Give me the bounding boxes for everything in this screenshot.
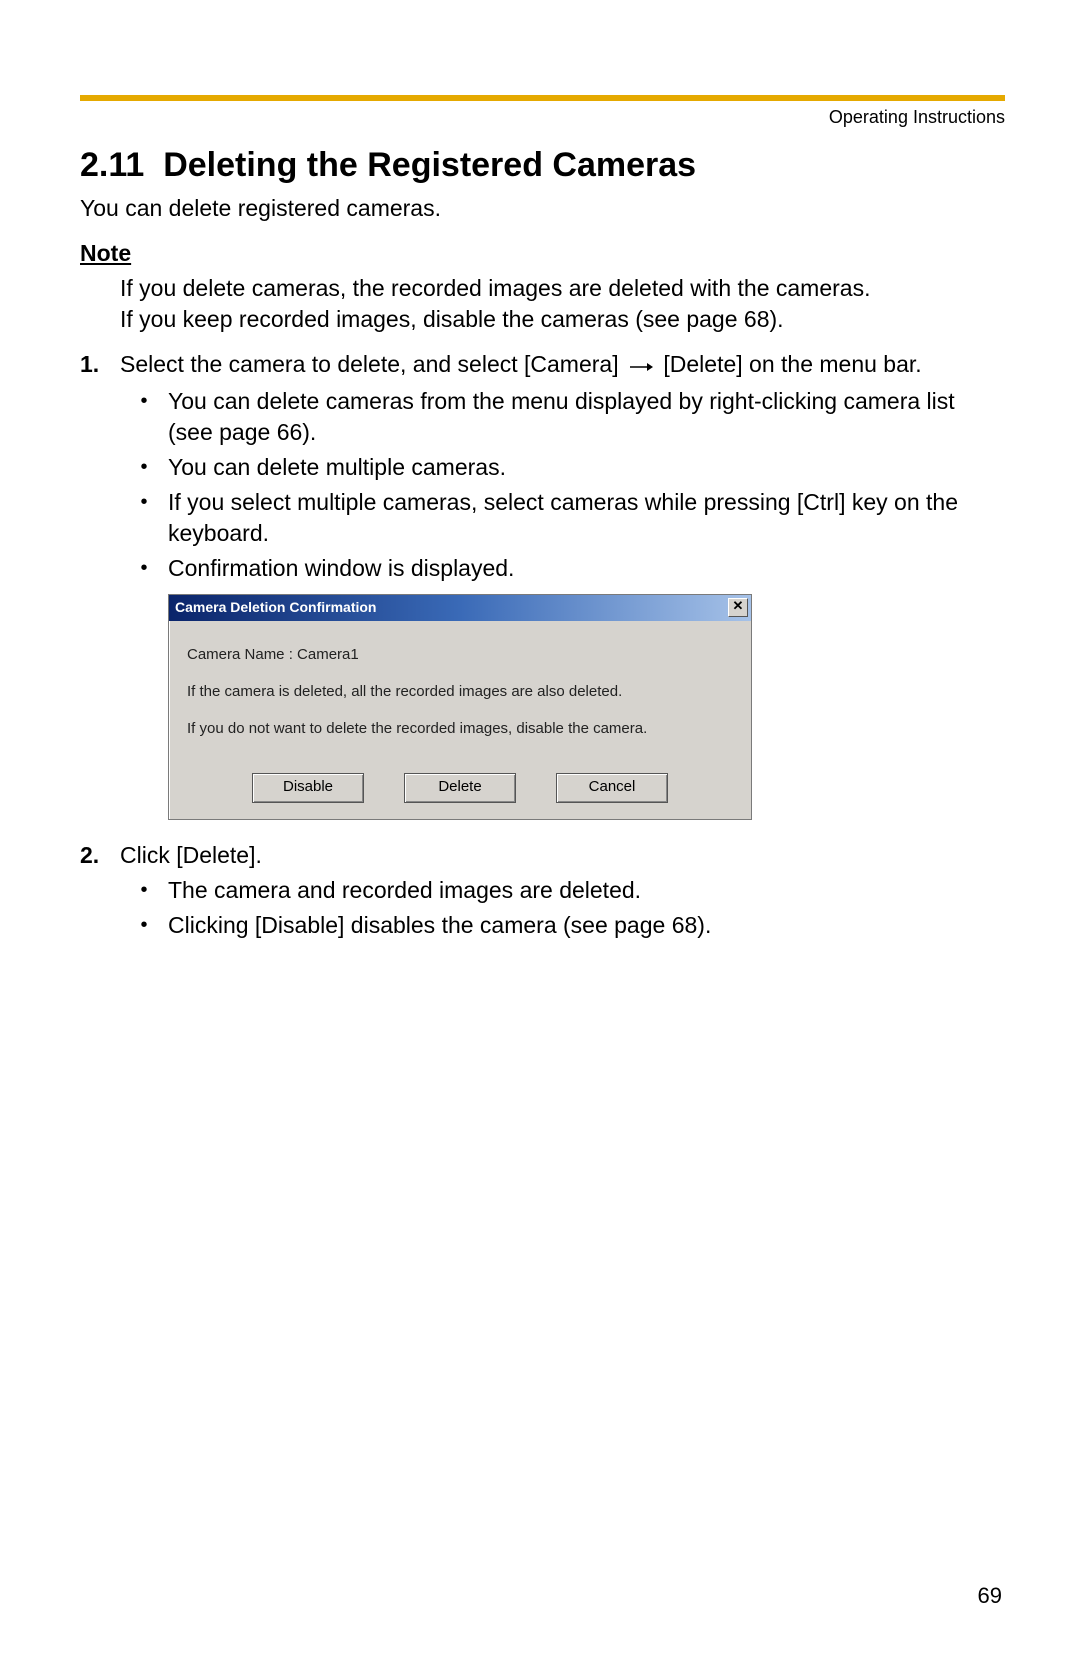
bullet-text: You can delete cameras from the menu dis… [168, 386, 1005, 448]
list-item: •You can delete multiple cameras. [120, 452, 1005, 483]
section-intro: You can delete registered cameras. [80, 195, 1005, 222]
delete-button[interactable]: Delete [404, 773, 516, 803]
step-1: 1. Select the camera to delete, and sele… [80, 349, 1005, 833]
arrow-right-icon [629, 350, 653, 381]
dialog-body: Camera Name : Camera1 If the camera is d… [169, 621, 751, 771]
dialog-button-row: Disable Delete Cancel [169, 771, 751, 819]
list-item: •Clicking [Disable] disables the camera … [120, 910, 1005, 941]
close-icon[interactable]: ✕ [728, 598, 748, 617]
bullet-icon: • [120, 452, 168, 483]
step-1-bullets: •You can delete cameras from the menu di… [120, 386, 1005, 584]
dialog-line-1: If the camera is deleted, all the record… [187, 680, 733, 703]
step-2-bullets: •The camera and recorded images are dele… [120, 875, 1005, 941]
list-item: •You can delete cameras from the menu di… [120, 386, 1005, 448]
bullet-text: If you select multiple cameras, select c… [168, 487, 1005, 549]
bullet-icon: • [120, 875, 168, 906]
confirmation-dialog: Camera Deletion Confirmation ✕ Camera Na… [168, 594, 752, 820]
bullet-text: Clicking [Disable] disables the camera (… [168, 910, 1005, 941]
list-item: •Confirmation window is displayed. [120, 553, 1005, 584]
document-page: Operating Instructions 2.11 Deleting the… [0, 0, 1080, 1669]
section-number: 2.11 [80, 146, 144, 184]
note-line-2: If you keep recorded images, disable the… [120, 306, 784, 332]
list-item: •The camera and recorded images are dele… [120, 875, 1005, 906]
bullet-icon: • [120, 386, 168, 448]
step-2-text: Click [Delete]. [120, 842, 262, 868]
steps-list: 1. Select the camera to delete, and sele… [80, 349, 1005, 951]
disable-button[interactable]: Disable [252, 773, 364, 803]
list-item: •If you select multiple cameras, select … [120, 487, 1005, 549]
step-number: 1. [80, 349, 120, 833]
dialog-line-2: If you do not want to delete the recorde… [187, 717, 733, 740]
dialog-title: Camera Deletion Confirmation [175, 598, 376, 617]
note-body: If you delete cameras, the recorded imag… [120, 273, 1005, 335]
bullet-icon: • [120, 487, 168, 549]
page-number: 69 [978, 1583, 1002, 1609]
dialog-screenshot: Camera Deletion Confirmation ✕ Camera Na… [168, 594, 1005, 820]
bullet-text: Confirmation window is displayed. [168, 553, 1005, 584]
note-line-1: If you delete cameras, the recorded imag… [120, 275, 870, 301]
header-rule [80, 95, 1005, 101]
bullet-text: You can delete multiple cameras. [168, 452, 1005, 483]
step-2: 2. Click [Delete]. •The camera and recor… [80, 840, 1005, 951]
section-title: 2.11 Deleting the Registered Cameras [80, 146, 1005, 185]
step-1-text-after: [Delete] on the menu bar. [663, 351, 921, 377]
step-number: 2. [80, 840, 120, 951]
section-title-text: Deleting the Registered Cameras [163, 146, 696, 184]
header-label: Operating Instructions [80, 107, 1005, 128]
dialog-camera-name: Camera Name : Camera1 [187, 643, 733, 666]
bullet-icon: • [120, 553, 168, 584]
cancel-button[interactable]: Cancel [556, 773, 668, 803]
bullet-icon: • [120, 910, 168, 941]
note-heading: Note [80, 240, 1005, 267]
step-1-text-before: Select the camera to delete, and select … [120, 351, 619, 377]
bullet-text: The camera and recorded images are delet… [168, 875, 1005, 906]
dialog-titlebar: Camera Deletion Confirmation ✕ [169, 595, 751, 621]
